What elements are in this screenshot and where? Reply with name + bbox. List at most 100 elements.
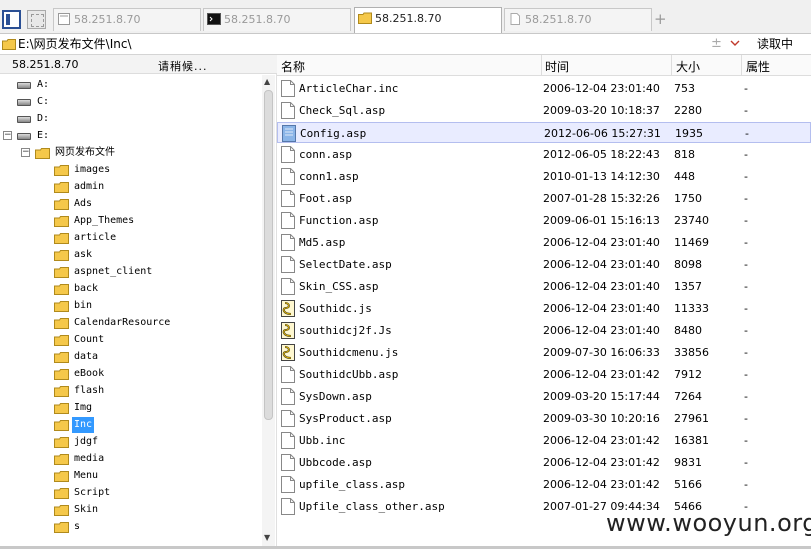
tree-node-label: App_Themes xyxy=(74,215,135,226)
script-file-icon xyxy=(281,322,295,339)
file-row[interactable]: ArticleChar.inc 2006-12-04 23:01:40 753 - xyxy=(277,78,811,99)
file-row[interactable]: Ubb.inc 2006-12-04 23:01:42 16381 - xyxy=(277,430,811,451)
plus-minus-icon[interactable]: ± xyxy=(711,36,722,51)
column-attr[interactable]: 属性 xyxy=(746,58,770,75)
tree-folder[interactable]: CalendarResource xyxy=(0,315,260,331)
tab-document[interactable]: 58.251.8.70 xyxy=(504,8,652,31)
tree-folder[interactable]: Count xyxy=(0,332,260,348)
tree-folder[interactable]: media xyxy=(0,451,260,467)
tree-folder[interactable]: flash xyxy=(0,383,260,399)
tree-folder[interactable]: aspnet_client xyxy=(0,264,260,280)
chevron-down-icon[interactable] xyxy=(730,38,740,48)
file-attr: - xyxy=(744,214,748,227)
tree-scrollbar[interactable]: ▲ ▼ xyxy=(262,75,275,547)
scroll-down-icon[interactable]: ▼ xyxy=(264,533,270,542)
file-icon xyxy=(281,80,295,97)
tree-folder[interactable]: jdgf xyxy=(0,434,260,450)
tree-folder[interactable]: App_Themes xyxy=(0,213,260,229)
document-tab-icon xyxy=(510,13,520,25)
file-size: 8098 xyxy=(674,258,702,271)
file-row[interactable]: SysProduct.asp 2009-03-30 10:20:16 27961 - xyxy=(277,408,811,429)
file-row[interactable]: Foot.asp 2007-01-28 15:32:26 1750 - xyxy=(277,188,811,209)
file-row[interactable]: Function.asp 2009-06-01 15:16:13 23740 - xyxy=(277,210,811,231)
blank-page-icon[interactable] xyxy=(27,10,46,29)
drive-icon xyxy=(17,116,31,123)
folder-icon xyxy=(54,369,69,380)
file-row[interactable]: Ubbcode.asp 2006-12-04 23:01:42 9831 - xyxy=(277,452,811,473)
tree-folder[interactable]: Ads xyxy=(0,196,260,212)
tree-folder[interactable]: s xyxy=(0,519,260,535)
file-row[interactable]: Southidcmenu.js 2009-07-30 16:06:33 33856 - xyxy=(277,342,811,363)
file-row[interactable]: Config.asp 2012-06-06 15:27:31 1935 - xyxy=(277,122,811,143)
file-name: ArticleChar.inc xyxy=(299,82,399,95)
new-tab-button[interactable]: + xyxy=(654,10,667,28)
folder-icon xyxy=(54,505,69,516)
file-size: 2280 xyxy=(674,104,702,117)
tree-folder[interactable]: Script xyxy=(0,485,260,501)
tree-folder[interactable]: bin xyxy=(0,298,260,314)
file-row[interactable]: Check_Sql.asp 2009-03-20 10:18:37 2280 - xyxy=(277,100,811,121)
tree-drive[interactable]: − E: xyxy=(0,128,260,144)
file-row[interactable]: Skin_CSS.asp 2006-12-04 23:01:40 1357 - xyxy=(277,276,811,297)
tree-drive[interactable]: C: xyxy=(0,94,260,110)
column-time[interactable]: 时间 xyxy=(545,58,569,75)
path-input[interactable]: E:\网页发布文件\Inc\ xyxy=(18,37,132,51)
read-button[interactable]: 读取中 xyxy=(749,35,801,54)
folder-icon xyxy=(54,488,69,499)
file-attr: - xyxy=(744,368,748,381)
file-row[interactable]: SelectDate.asp 2006-12-04 23:01:40 8098 - xyxy=(277,254,811,275)
tree-folder[interactable]: eBook xyxy=(0,366,260,382)
file-size: 5166 xyxy=(674,478,702,491)
file-icon xyxy=(281,454,295,471)
file-name: SysProduct.asp xyxy=(299,412,392,425)
collapse-icon[interactable]: − xyxy=(21,148,30,157)
tree-folder[interactable]: images xyxy=(0,162,260,178)
file-row[interactable]: Md5.asp 2006-12-04 23:01:40 11469 - xyxy=(277,232,811,253)
file-attr: - xyxy=(744,346,748,359)
tree-folder[interactable]: article xyxy=(0,230,260,246)
tree-folder[interactable]: Img xyxy=(0,400,260,416)
file-time: 2006-12-04 23:01:40 xyxy=(543,280,660,293)
tree-folder[interactable]: admin xyxy=(0,179,260,195)
tab-filemanager[interactable]: 58.251.8.70 xyxy=(354,7,502,33)
tree-folder[interactable]: data xyxy=(0,349,260,365)
file-row[interactable]: conn1.asp 2010-01-13 14:12:30 448 - xyxy=(277,166,811,187)
tab-file[interactable]: 58.251.8.70 xyxy=(53,8,201,31)
file-name: Function.asp xyxy=(299,214,379,227)
file-time: 2009-03-20 10:18:37 xyxy=(543,104,660,117)
file-name: Southidcmenu.js xyxy=(299,346,399,359)
tree-node-label: media xyxy=(74,453,105,464)
sidebar-toggle-icon[interactable] xyxy=(2,10,21,29)
file-time: 2006-12-04 23:01:40 xyxy=(543,258,660,271)
collapse-icon[interactable]: − xyxy=(3,131,12,140)
tree-drive[interactable]: A: xyxy=(0,77,260,93)
folder-icon xyxy=(54,301,69,312)
file-time: 2006-12-04 23:01:40 xyxy=(543,236,660,249)
file-row[interactable]: conn.asp 2012-06-05 18:22:43 818 - xyxy=(277,144,811,165)
tab-terminal[interactable]: 58.251.8.70 xyxy=(203,8,351,31)
file-time: 2006-12-04 23:01:42 xyxy=(543,456,660,469)
tree-node-label: aspnet_client xyxy=(74,266,153,277)
tree-node-label: ask xyxy=(74,249,93,260)
file-row[interactable]: SouthidcUbb.asp 2006-12-04 23:01:42 7912 - xyxy=(277,364,811,385)
tree-folder[interactable]: Skin xyxy=(0,502,260,518)
file-row[interactable]: southidcj2f.Js 2006-12-04 23:01:40 8480 - xyxy=(277,320,811,341)
file-icon xyxy=(281,234,295,251)
tree-folder[interactable]: back xyxy=(0,281,260,297)
tree-folder[interactable]: Inc xyxy=(0,417,260,433)
file-icon xyxy=(281,212,295,229)
tree-folder[interactable]: − 网页发布文件 xyxy=(0,145,260,161)
column-name[interactable]: 名称 xyxy=(281,58,305,75)
file-icon xyxy=(281,410,295,427)
tree-folder[interactable]: ask xyxy=(0,247,260,263)
column-size[interactable]: 大小 xyxy=(676,58,700,75)
scroll-thumb[interactable] xyxy=(264,90,273,420)
tree-folder[interactable]: Menu xyxy=(0,468,260,484)
file-time: 2006-12-04 23:01:40 xyxy=(543,302,660,315)
file-row[interactable]: upfile_class.asp 2006-12-04 23:01:42 5166 - xyxy=(277,474,811,495)
tree-drive[interactable]: D: xyxy=(0,111,260,127)
scroll-up-icon[interactable]: ▲ xyxy=(264,77,270,86)
tree-node-label: E: xyxy=(37,130,50,141)
file-row[interactable]: Southidc.js 2006-12-04 23:01:40 11333 - xyxy=(277,298,811,319)
file-row[interactable]: SysDown.asp 2009-03-20 15:17:44 7264 - xyxy=(277,386,811,407)
